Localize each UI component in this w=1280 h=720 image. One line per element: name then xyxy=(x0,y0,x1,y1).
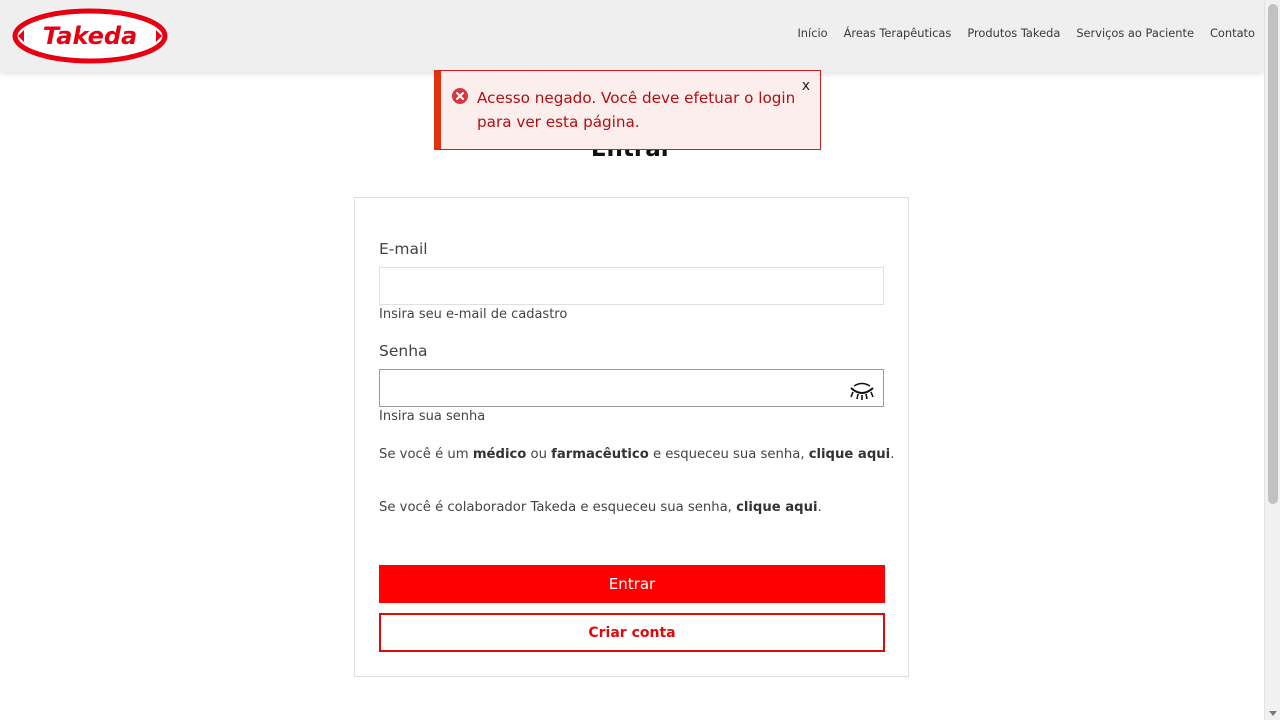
nav-item-areas-terapeuticas[interactable]: Áreas Terapêuticas xyxy=(844,26,952,40)
email-help-text: Insira seu e-mail de cadastro xyxy=(379,307,568,322)
forgot-password-employee-link[interactable]: clique aqui xyxy=(736,500,817,515)
nav-item-contato[interactable]: Contato xyxy=(1210,26,1255,40)
scroll-down-icon[interactable] xyxy=(1269,711,1277,716)
info1-mid2: e esqueceu sua senha, xyxy=(648,447,809,462)
takeda-logo[interactable]: Takeda xyxy=(12,8,168,64)
error-alert: Acesso negado. Você deve efetuar o login… xyxy=(434,70,821,150)
nav-item-servicos-ao-paciente[interactable]: Serviços ao Paciente xyxy=(1076,26,1194,40)
info1-suffix: . xyxy=(890,447,895,462)
forgot-password-doctor-link[interactable]: clique aqui xyxy=(809,447,890,462)
error-circle-icon xyxy=(452,88,468,104)
eye-closed-icon[interactable] xyxy=(849,382,875,402)
alert-message: Acesso negado. Você deve efetuar o login… xyxy=(477,89,796,131)
alert-close-button[interactable]: x xyxy=(802,78,810,94)
nav-item-inicio[interactable]: Início xyxy=(797,26,827,40)
password-help-text: Insira sua senha xyxy=(379,409,486,424)
info2-prefix: Se você é colaborador Takeda e esqueceu … xyxy=(379,500,737,515)
info1-farmaceutico: farmacêutico xyxy=(551,447,649,462)
email-label: E-mail xyxy=(379,240,428,258)
password-input[interactable] xyxy=(379,369,884,407)
info2-suffix: . xyxy=(817,500,822,515)
login-button[interactable]: Entrar xyxy=(379,565,885,603)
scroll-thumb[interactable] xyxy=(1268,4,1278,504)
email-input[interactable] xyxy=(379,267,884,305)
create-account-button[interactable]: Criar conta xyxy=(379,613,885,652)
info1-prefix: Se você é um xyxy=(379,447,473,462)
site-header: Takeda Início Áreas Terapêuticas Produto… xyxy=(0,0,1264,72)
page: Takeda Início Áreas Terapêuticas Produto… xyxy=(0,0,1280,720)
logo-text: Takeda xyxy=(43,22,137,50)
password-label: Senha xyxy=(379,342,428,360)
scrollbar[interactable] xyxy=(1264,0,1280,720)
forgot-password-doctor-text: Se você é um médico ou farmacêutico e es… xyxy=(379,447,894,462)
nav-item-produtos-takeda[interactable]: Produtos Takeda xyxy=(967,26,1060,40)
main-nav: Início Áreas Terapêuticas Produtos Taked… xyxy=(797,26,1255,40)
info1-mid1: ou xyxy=(526,447,552,462)
forgot-password-employee-text: Se você é colaborador Takeda e esqueceu … xyxy=(379,500,822,515)
info1-medico: médico xyxy=(472,447,527,462)
login-card: E-mail Insira seu e-mail de cadastro Sen… xyxy=(354,197,909,677)
